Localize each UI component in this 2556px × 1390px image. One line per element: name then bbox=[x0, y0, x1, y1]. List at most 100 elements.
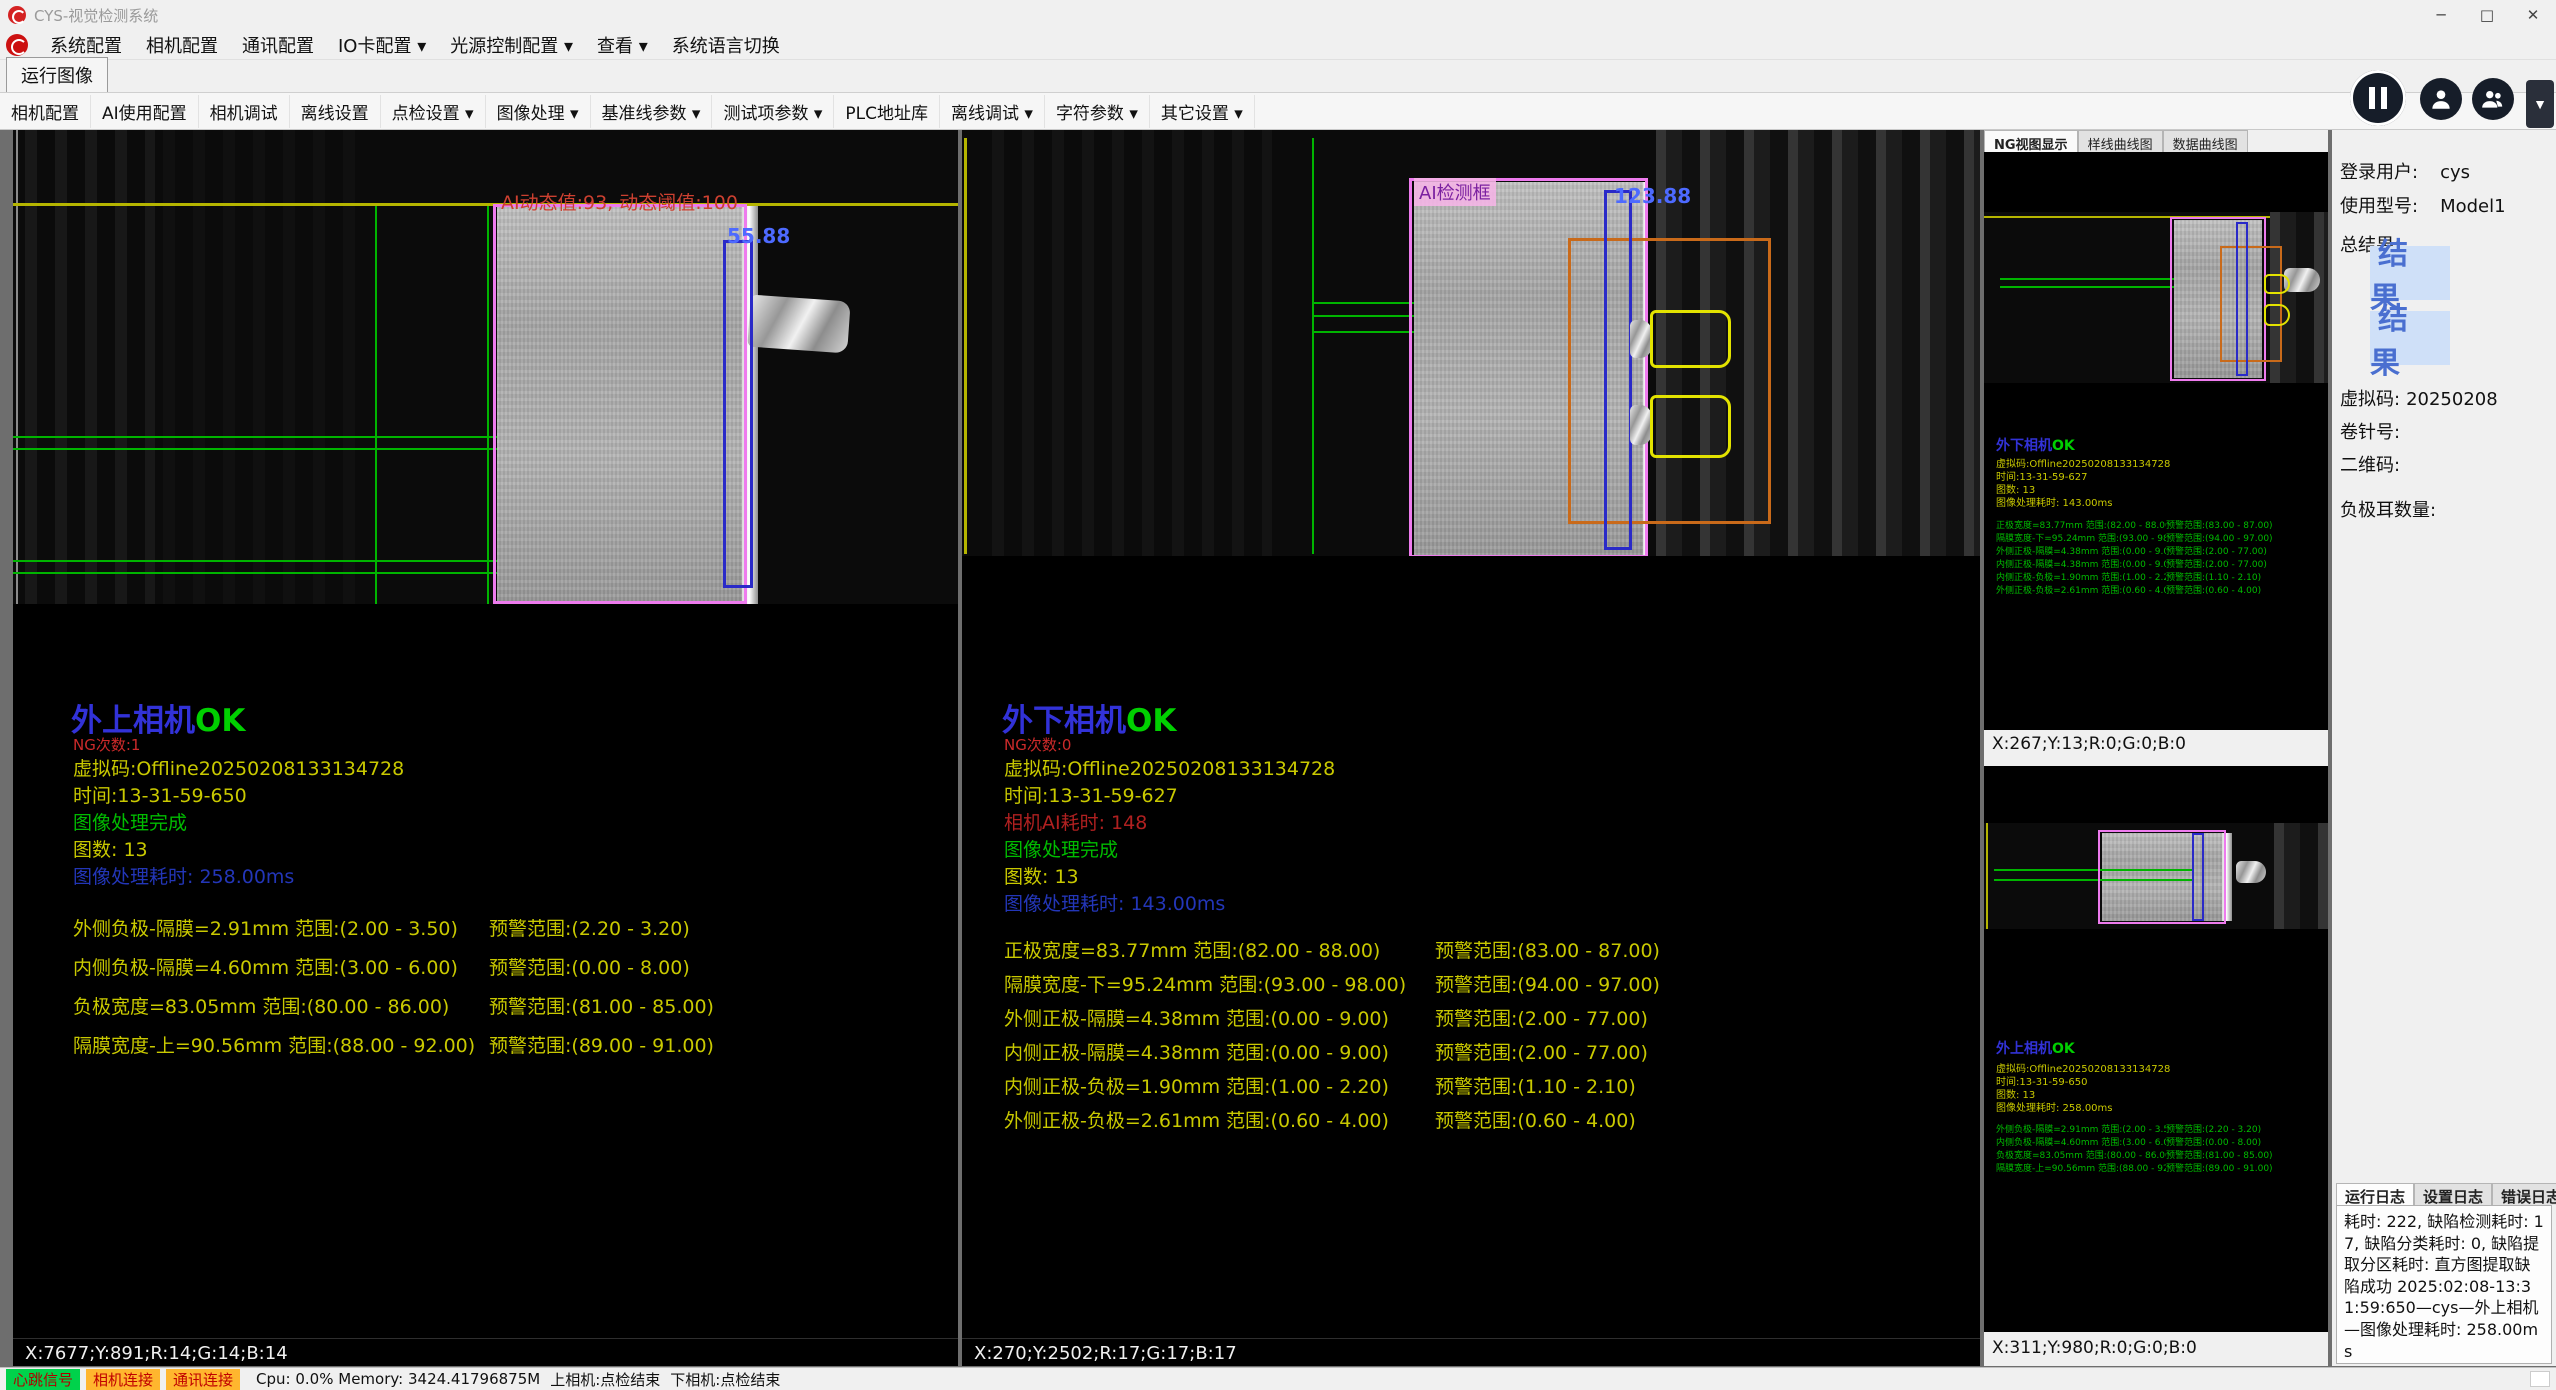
measurement-value: 外侧正极-负极=2.61mm 范围:(0.60 - 4.00) bbox=[1004, 1106, 1389, 1133]
comm-link-indicator: 通讯连接 bbox=[166, 1369, 240, 1390]
camera-result: OK bbox=[195, 703, 245, 739]
measurement-value: 外侧负极-隔膜=2.91mm 范围:(2.00 - 3.50) bbox=[73, 914, 458, 941]
user-button[interactable] bbox=[2420, 78, 2462, 120]
defect-box-yellow bbox=[2264, 274, 2290, 294]
preview-info-line: 图像处理耗时: 258.00ms bbox=[1996, 1099, 2324, 1114]
user-icon bbox=[2428, 86, 2454, 112]
menu-item[interactable]: 系统语言切换 bbox=[660, 30, 792, 60]
ai-time-line: 相机AI耗时: 148 bbox=[1004, 808, 1147, 835]
heartbeat-indicator: 心跳信号 bbox=[6, 1369, 80, 1390]
defect-box-yellow bbox=[2264, 304, 2290, 326]
preview-mini-image bbox=[1984, 823, 2328, 929]
negative-tab-count-label: 负极耳数量: bbox=[2340, 496, 2436, 522]
status-bar: 心跳信号 相机连接 通讯连接 Cpu: 0.0% Memory: 3424.41… bbox=[0, 1367, 2556, 1390]
virtual-code-line: 虚拟码:Offline20250208133134728 bbox=[73, 754, 404, 781]
pause-icon bbox=[2369, 87, 2387, 109]
preview-pixel-status: X:311;Y:980;R:0;G:0;B:0 bbox=[1992, 1338, 2197, 1358]
menu-item[interactable]: 系统配置 bbox=[38, 30, 134, 60]
machine-rollers-image bbox=[2274, 823, 2328, 929]
camera-result: OK bbox=[1126, 703, 1176, 739]
measurement-warning-range: 预警范围:(2.20 - 3.20) bbox=[489, 914, 690, 941]
virtual-code-field: 虚拟码: 20250208 bbox=[2340, 385, 2498, 411]
preview-tabs: NG视图显示 样线曲线图 数据曲线图 bbox=[1984, 130, 2248, 152]
tab-sample-curve[interactable]: 样线曲线图 bbox=[2078, 130, 2163, 152]
detect-rect-blue bbox=[2192, 833, 2204, 921]
login-user-field: 登录用户: cys bbox=[2340, 158, 2470, 184]
process-done-line: 图像处理完成 bbox=[73, 808, 187, 835]
toolbar-item[interactable]: 离线设置 bbox=[290, 95, 381, 128]
menu-item[interactable]: 相机配置 bbox=[134, 30, 230, 60]
menu-item[interactable]: 光源控制配置 ▾ bbox=[438, 30, 585, 60]
cpu-memory-status: Cpu: 0.0% Memory: 3424.41796875M bbox=[256, 1370, 540, 1388]
ng-count: NG次数:1 bbox=[73, 734, 140, 755]
model-value[interactable]: Model1 bbox=[2440, 196, 2506, 217]
toolbar-item[interactable]: 相机配置 bbox=[0, 95, 91, 128]
tab-run-image[interactable]: 运行图像 bbox=[6, 57, 108, 92]
toolbar-item[interactable]: 离线调试 ▾ bbox=[940, 95, 1045, 128]
virtual-code-line: 虚拟码:Offline20250208133134728 bbox=[1004, 754, 1335, 781]
measurement-value: 内侧正极-隔膜=4.38mm 范围:(0.00 - 9.00) bbox=[1004, 1038, 1389, 1065]
upper-camera-view: AI动态值:93, 动态阈值:100 55.88 外上相机OK NG次数:1 虚… bbox=[13, 130, 958, 1366]
preview-measurement-row: 外侧负极-隔膜=2.91mm 范围:(2.00 - 3.50)预警范围:(2.2… bbox=[1996, 1122, 2316, 1135]
menu-item[interactable]: 查看 ▾ bbox=[585, 30, 660, 60]
app-window: CYS-视觉检测系统 ─ □ ✕ 系统配置相机配置通讯配置IO卡配置 ▾光源控制… bbox=[0, 0, 2556, 1390]
toolbar-item[interactable]: 其它设置 ▾ bbox=[1150, 95, 1255, 128]
preview-measurement-row: 内侧正极-负极=1.90mm 范围:(1.00 - 2.20)预警范围:(1.1… bbox=[1996, 570, 2316, 583]
tab-error-log[interactable]: 错误日志 bbox=[2492, 1183, 2556, 1205]
measure-line-green bbox=[13, 448, 497, 450]
qr-code-label: 二维码: bbox=[2340, 451, 2400, 477]
measurement-row: 隔膜宽度-上=90.56mm 范围:(88.00 - 92.00) 预警范围:(… bbox=[73, 1031, 943, 1070]
frame-count-line: 图数: 13 bbox=[73, 835, 148, 862]
menu-bar: 系统配置相机配置通讯配置IO卡配置 ▾光源控制配置 ▾查看 ▾系统语言切换 bbox=[0, 30, 2556, 60]
window-controls: ─ □ ✕ bbox=[2418, 0, 2556, 30]
pause-button[interactable] bbox=[2350, 70, 2406, 126]
tab-ng-view[interactable]: NG视图显示 bbox=[1984, 130, 2078, 152]
toolbar-item[interactable]: 图像处理 ▾ bbox=[486, 95, 591, 128]
panel-collapse-button[interactable]: ▼ bbox=[2526, 80, 2554, 128]
side-panel: 登录用户: cys 使用型号: Model1 总结果: 结果 结果 虚拟码: 2… bbox=[2332, 130, 2556, 1366]
toolbar-item[interactable]: 相机调试 bbox=[199, 95, 290, 128]
measurement-value: 正极宽度=83.77mm 范围:(82.00 - 88.00) bbox=[1004, 936, 1380, 963]
measurement-row: 负极宽度=83.05mm 范围:(80.00 - 86.00) 预警范围:(81… bbox=[73, 992, 943, 1031]
toolbar-item[interactable]: 点检设置 ▾ bbox=[381, 95, 486, 128]
login-user-label: 登录用户: bbox=[2340, 158, 2418, 184]
app-logo-icon bbox=[8, 6, 26, 24]
machine-edge-line bbox=[16, 130, 18, 604]
toolbar-item[interactable]: 测试项参数 ▾ bbox=[712, 95, 834, 128]
baseline-vertical-green bbox=[375, 206, 377, 604]
toolbar-item[interactable]: 基准线参数 ▾ bbox=[591, 95, 713, 128]
title-bar: CYS-视觉检测系统 ─ □ ✕ bbox=[0, 0, 2556, 30]
preview-measurement-row: 正极宽度=83.77mm 范围:(82.00 - 88.00)预警范围:(83.… bbox=[1996, 518, 2316, 531]
tab-settings-log[interactable]: 设置日志 bbox=[2414, 1183, 2492, 1205]
reference-line-yellow bbox=[1986, 823, 1988, 929]
lower-camera-image: AI检测框 123.88 bbox=[962, 130, 1980, 556]
users-icon bbox=[2480, 86, 2506, 112]
minimize-button[interactable]: ─ bbox=[2418, 0, 2464, 30]
detect-rect-blue bbox=[2236, 222, 2248, 376]
toolbar-item[interactable]: PLC地址库 bbox=[834, 95, 940, 128]
measurement-value: 负极宽度=83.05mm 范围:(80.00 - 86.00) bbox=[73, 992, 449, 1019]
roi-rect-pink bbox=[493, 204, 747, 604]
detect-rect-blue bbox=[1604, 190, 1632, 550]
tab-data-curve[interactable]: 数据曲线图 bbox=[2163, 130, 2248, 152]
toolbar-item[interactable]: AI使用配置 bbox=[91, 95, 199, 128]
virtual-code-value: 20250208 bbox=[2406, 389, 2498, 410]
measurement-value: 隔膜宽度-下=95.24mm 范围:(93.00 - 98.00) bbox=[1004, 970, 1406, 997]
toolbar-item[interactable]: 字符参数 ▾ bbox=[1045, 95, 1150, 128]
measurement-row: 内侧正极-负极=1.90mm 范围:(1.00 - 2.20) 预警范围:(1.… bbox=[1004, 1072, 1954, 1106]
run-log-output[interactable]: 耗时: 222, 缺陷检测耗时: 17, 缺陷分类耗时: 0, 缺陷提取分区耗时… bbox=[2336, 1205, 2552, 1364]
tab-run-log[interactable]: 运行日志 bbox=[2336, 1183, 2414, 1205]
menu-item[interactable]: 通讯配置 bbox=[230, 30, 326, 60]
time-line: 时间:13-31-59-627 bbox=[1004, 781, 1178, 808]
measurement-value: 内侧负极-隔膜=4.60mm 范围:(3.00 - 6.00) bbox=[73, 953, 458, 980]
users-button[interactable] bbox=[2472, 78, 2514, 120]
measured-value-overlay: 123.88 bbox=[1614, 184, 1691, 208]
lower-camera-check-status: 下相机:点检结束 bbox=[670, 1369, 780, 1390]
baseline-vertical-green bbox=[487, 206, 489, 604]
menu-item[interactable]: IO卡配置 ▾ bbox=[326, 30, 438, 60]
maximize-button[interactable]: □ bbox=[2464, 0, 2510, 30]
roll-pin-label: 卷针号: bbox=[2340, 418, 2400, 444]
measurement-warning-range: 预警范围:(81.00 - 85.00) bbox=[489, 992, 714, 1019]
close-button[interactable]: ✕ bbox=[2510, 0, 2556, 30]
roll-pin-field: 卷针号: bbox=[2340, 418, 2400, 444]
